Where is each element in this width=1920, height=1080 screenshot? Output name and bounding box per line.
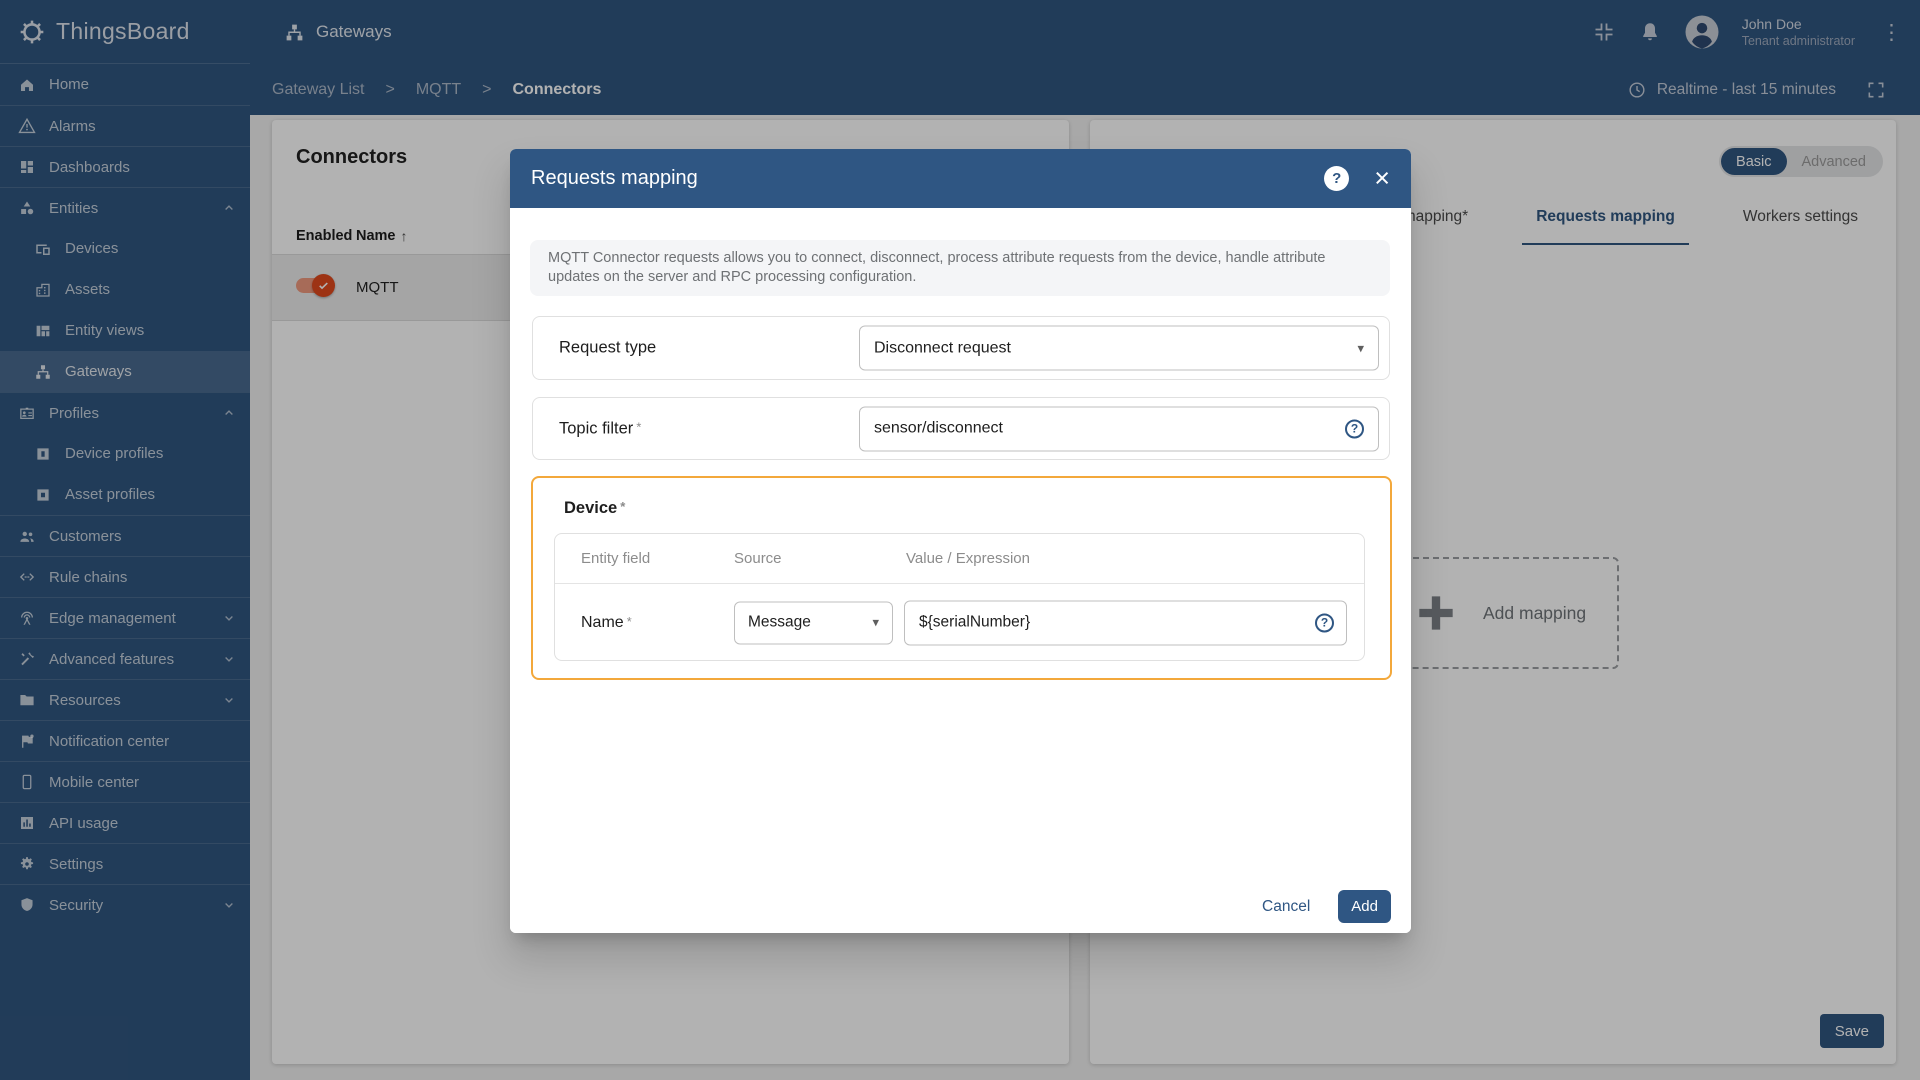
dialog-actions: Cancel Add xyxy=(1262,890,1391,923)
dialog-description: MQTT Connector requests allows you to co… xyxy=(530,240,1390,296)
cancel-button[interactable]: Cancel xyxy=(1262,898,1310,916)
entity-field-name: Name xyxy=(581,613,624,631)
value-expression-help-icon[interactable]: ? xyxy=(1315,613,1334,632)
dialog-close-icon[interactable]: × xyxy=(1374,165,1390,192)
device-section: Device * Entity field Source Value / Expr… xyxy=(531,476,1392,680)
device-table: Entity field Source Value / Expression N… xyxy=(554,533,1365,661)
required-mark: * xyxy=(626,613,632,629)
thingsboard-app: Gateways John Doe Tenant administrator ⋮… xyxy=(0,0,1920,1080)
chevron-down-icon: ▾ xyxy=(872,614,879,630)
topic-filter-input[interactable] xyxy=(874,419,1337,438)
required-mark: * xyxy=(636,419,642,434)
request-type-label: Request type xyxy=(559,338,657,357)
request-type-value: Disconnect request xyxy=(874,339,1011,356)
topic-filter-label: Topic filter xyxy=(559,419,634,437)
dialog-body: MQTT Connector requests allows you to co… xyxy=(510,208,1411,933)
chevron-down-icon: ▾ xyxy=(1357,340,1364,355)
column-value-expression: Value / Expression xyxy=(906,550,1030,567)
topic-filter-section: Topic filter* ? xyxy=(532,397,1390,460)
dialog-help-icon[interactable]: ? xyxy=(1324,166,1350,191)
topic-filter-field: ? xyxy=(859,406,1379,451)
requests-mapping-dialog: Requests mapping ? × MQTT Connector requ… xyxy=(510,149,1411,933)
device-table-row: Name* Message ▾ ? xyxy=(555,584,1364,661)
request-type-section: Request type Disconnect request ▾ xyxy=(532,316,1390,380)
source-value: Message xyxy=(748,613,811,631)
dialog-title: Requests mapping xyxy=(531,167,698,189)
column-entity-field: Entity field xyxy=(581,550,651,567)
request-type-select[interactable]: Disconnect request ▾ xyxy=(859,325,1379,371)
dialog-header: Requests mapping ? × xyxy=(510,149,1411,208)
device-table-header: Entity field Source Value / Expression xyxy=(555,534,1364,584)
value-expression-input[interactable] xyxy=(919,613,1307,632)
add-button[interactable]: Add xyxy=(1338,890,1391,923)
column-source: Source xyxy=(734,550,782,567)
topic-filter-help-icon[interactable]: ? xyxy=(1345,419,1364,438)
source-select[interactable]: Message ▾ xyxy=(734,601,893,644)
required-mark: * xyxy=(620,499,626,514)
device-section-label: Device xyxy=(564,499,618,517)
value-expression-field: ? xyxy=(904,600,1347,645)
